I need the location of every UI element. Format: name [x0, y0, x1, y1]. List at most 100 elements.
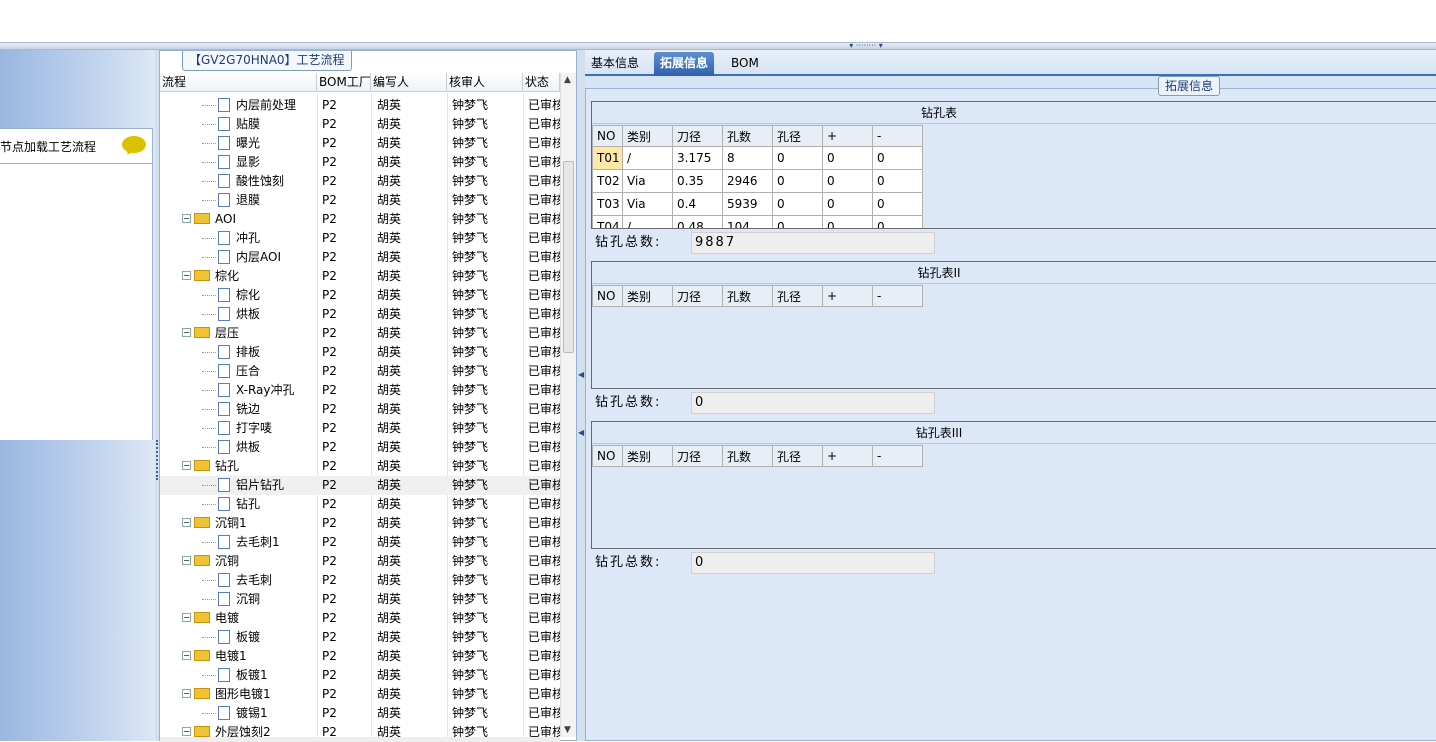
- grid-cell[interactable]: 0.35: [672, 169, 723, 193]
- tree-row[interactable]: 压合 P2 胡英 钟梦飞 已审核: [160, 362, 560, 381]
- grid-row[interactable]: T02 Via 0.35 2946 0 0 0: [592, 169, 923, 193]
- tree-node[interactable]: 镀锡1: [202, 704, 268, 723]
- grid-cell[interactable]: 0: [772, 215, 823, 228]
- collapse-left-icon[interactable]: ◀: [578, 370, 584, 379]
- grid-header-cell[interactable]: 孔数: [722, 285, 773, 307]
- tree-node[interactable]: 棕化: [202, 286, 260, 305]
- grid-cell[interactable]: 0: [772, 192, 823, 216]
- grid-header-cell[interactable]: 孔径: [772, 285, 823, 307]
- tree-node[interactable]: 打字唛: [202, 419, 272, 438]
- tree-node[interactable]: 铣边: [202, 400, 260, 419]
- tree-node[interactable]: − 沉铜: [182, 552, 239, 571]
- grid-header-cell[interactable]: -: [872, 445, 923, 467]
- grid-cell[interactable]: 0.4: [672, 192, 723, 216]
- col-status[interactable]: 状态: [523, 73, 560, 92]
- grid-header-cell[interactable]: 孔数: [722, 445, 773, 467]
- tree-row[interactable]: 冲孔 P2 胡英 钟梦飞 已审核: [160, 229, 560, 248]
- scroll-down-icon[interactable]: ▼: [564, 725, 571, 735]
- collapse-toggle-icon[interactable]: −: [182, 214, 191, 223]
- grid-header-cell[interactable]: 类别: [622, 445, 673, 467]
- tree-row[interactable]: 打字唛 P2 胡英 钟梦飞 已审核: [160, 419, 560, 438]
- speech-bubble-icon[interactable]: [122, 136, 146, 153]
- grid-row[interactable]: T01/3.175 8 0 0 0: [592, 146, 923, 170]
- tree-row[interactable]: − 外层蚀刻2 P2 胡英 钟梦飞 已审核: [160, 723, 560, 737]
- tab-basic-info[interactable]: 基本信息: [585, 52, 645, 76]
- tree-row[interactable]: 曝光 P2 胡英 钟梦飞 已审核: [160, 134, 560, 153]
- scroll-thumb[interactable]: [563, 161, 574, 353]
- grid-header-cell[interactable]: 类别: [622, 125, 673, 147]
- col-reviewer[interactable]: 核审人: [447, 73, 523, 92]
- tree-node[interactable]: 烘板: [202, 305, 260, 324]
- grid-cell[interactable]: 0: [872, 146, 923, 170]
- collapse-toggle-icon[interactable]: −: [182, 613, 191, 622]
- grid-cell[interactable]: T01: [592, 146, 623, 170]
- grid-cell[interactable]: T03: [592, 192, 623, 216]
- collapse-toggle-icon[interactable]: −: [182, 556, 191, 565]
- grid-cell[interactable]: 0: [822, 146, 873, 170]
- tree-row[interactable]: − 沉铜1 P2 胡英 钟梦飞 已审核: [160, 514, 560, 533]
- collapse-toggle-icon[interactable]: −: [182, 689, 191, 698]
- tree-row[interactable]: 镀锡1 P2 胡英 钟梦飞 已审核: [160, 704, 560, 723]
- grid-cell[interactable]: 2946: [722, 169, 773, 193]
- grid-cell[interactable]: 0: [872, 215, 923, 228]
- tree-node[interactable]: − 层压: [182, 324, 239, 343]
- tree-node[interactable]: 排板: [202, 343, 260, 362]
- tab-bom[interactable]: BOM: [725, 52, 765, 76]
- collapse-toggle-icon[interactable]: −: [182, 518, 191, 527]
- grid-cell[interactable]: 3.175: [672, 146, 723, 170]
- grid-cell[interactable]: 0: [772, 146, 823, 170]
- tree-node[interactable]: 去毛刺1: [202, 533, 280, 552]
- tree-row[interactable]: 烘板 P2 胡英 钟梦飞 已审核: [160, 438, 560, 457]
- grid-cell[interactable]: 0.48: [672, 215, 723, 228]
- tree-node[interactable]: 冲孔: [202, 229, 260, 248]
- grid-row[interactable]: T03 Via 0.4 5939 0 0 0: [592, 192, 923, 216]
- grid-cell[interactable]: Via: [622, 192, 673, 216]
- tree-node[interactable]: − 外层蚀刻2: [182, 723, 271, 737]
- tree-row[interactable]: 去毛刺1 P2 胡英 钟梦飞 已审核: [160, 533, 560, 552]
- tree-row[interactable]: 排板 P2 胡英 钟梦飞 已审核: [160, 343, 560, 362]
- tree-vertical-scrollbar[interactable]: ▲ ▼: [560, 73, 576, 737]
- collapse-toggle-icon[interactable]: −: [182, 727, 191, 736]
- tree-node[interactable]: 退膜: [202, 191, 260, 210]
- tree-node[interactable]: 显影: [202, 153, 260, 172]
- tab-extended-info[interactable]: 拓展信息: [654, 52, 715, 76]
- tree-node[interactable]: X-Ray冲孔: [202, 381, 294, 400]
- splitter-grip-icon[interactable]: ▾ ········ ▾: [836, 42, 896, 50]
- grid-header-cell[interactable]: 刀径: [672, 125, 723, 147]
- tree-row[interactable]: − 棕化 P2 胡英 钟梦飞 已审核: [160, 267, 560, 286]
- grid-header-cell[interactable]: 类别: [622, 285, 673, 307]
- hint-box[interactable]: 击节点加载工艺流程: [0, 128, 153, 164]
- collapse-left-icon-2[interactable]: ◀: [578, 428, 584, 437]
- grid-cell[interactable]: 0: [872, 192, 923, 216]
- grid-cell[interactable]: 0: [872, 169, 923, 193]
- grid-cell[interactable]: /: [622, 146, 673, 170]
- tree-horizontal-scrollbar[interactable]: [160, 737, 560, 742]
- tree-node[interactable]: 钻孔: [202, 495, 260, 514]
- grid-header-cell[interactable]: +: [822, 445, 873, 467]
- tree-node[interactable]: − 图形电镀1: [182, 685, 271, 704]
- grid-header-cell[interactable]: 刀径: [672, 285, 723, 307]
- grid-header-cell[interactable]: NO: [592, 445, 623, 467]
- tree-row[interactable]: 沉铜 P2 胡英 钟梦飞 已审核: [160, 590, 560, 609]
- grid-header-cell[interactable]: -: [872, 125, 923, 147]
- tree-node[interactable]: 铝片钻孔: [202, 476, 284, 495]
- grid-header-cell[interactable]: NO: [592, 125, 623, 147]
- grid-header-cell[interactable]: +: [822, 125, 873, 147]
- grid-cell[interactable]: 5939: [722, 192, 773, 216]
- grid-row[interactable]: T04/0.48 104 0 0 0: [592, 215, 923, 228]
- grid-header-cell[interactable]: -: [872, 285, 923, 307]
- drill-total-value[interactable]: 9887: [691, 232, 935, 254]
- grid-header-cell[interactable]: 孔径: [772, 445, 823, 467]
- grid-cell[interactable]: /: [622, 215, 673, 228]
- grid-cell[interactable]: T04: [592, 215, 623, 228]
- collapse-toggle-icon[interactable]: −: [182, 328, 191, 337]
- tree-row[interactable]: 板镀1 P2 胡英 钟梦飞 已审核: [160, 666, 560, 685]
- grid-header-cell[interactable]: NO: [592, 285, 623, 307]
- horizontal-splitter[interactable]: ▾ ········ ▾: [0, 42, 1436, 50]
- grid-cell[interactable]: 0: [822, 215, 873, 228]
- tree-row[interactable]: 去毛刺 P2 胡英 钟梦飞 已审核: [160, 571, 560, 590]
- grid-cell[interactable]: 0: [822, 192, 873, 216]
- col-bom-factory[interactable]: BOM工厂: [317, 73, 371, 92]
- tree-node[interactable]: 贴膜: [202, 115, 260, 134]
- tree-row[interactable]: 铣边 P2 胡英 钟梦飞 已审核: [160, 400, 560, 419]
